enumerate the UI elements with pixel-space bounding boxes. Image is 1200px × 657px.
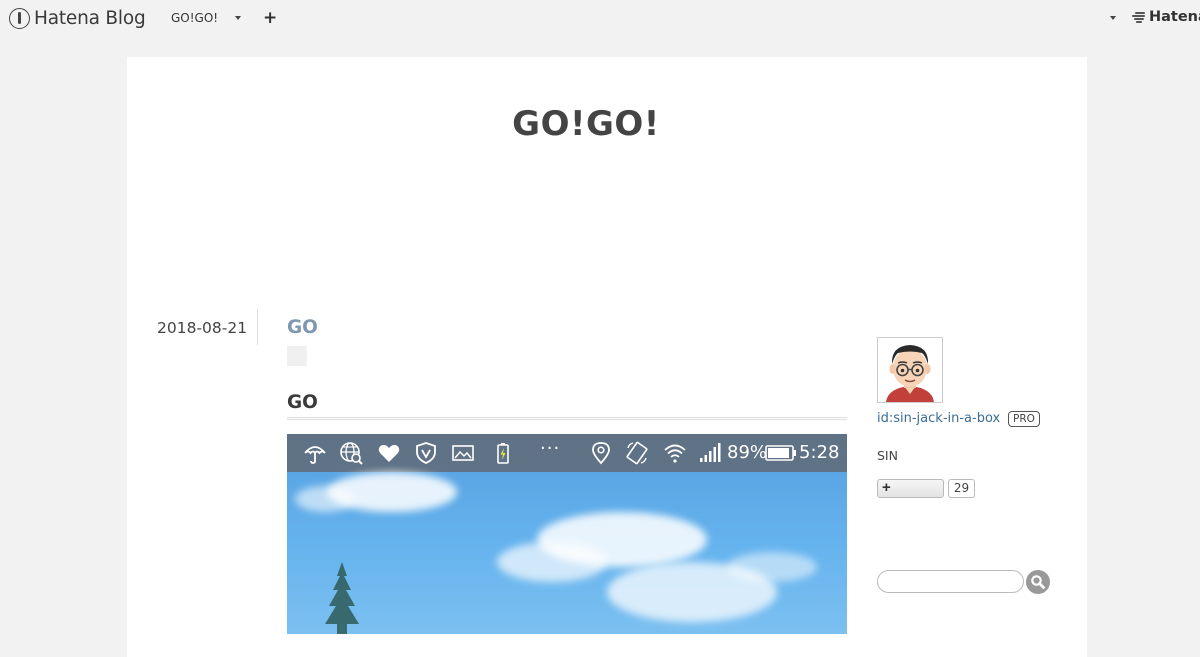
wifi-icon <box>664 444 686 463</box>
battery-charging-icon <box>497 443 509 464</box>
subscriber-count: 29 <box>948 479 975 498</box>
search-button[interactable] <box>1026 570 1050 594</box>
blog-container: GO!GO! 2018-08-21 GO GO ··· 89% 5:28 id:… <box>127 57 1087 657</box>
entry-section-heading: GO <box>287 392 847 420</box>
heart-icon <box>378 444 400 462</box>
blog-title[interactable]: GO!GO! <box>127 104 1045 144</box>
search-icon <box>1031 575 1045 589</box>
hatena-blog-logo[interactable]: Hatena Blog <box>9 6 146 30</box>
hatena-blog-logo-text: Hatena Blog <box>34 7 146 29</box>
umbrella-icon <box>304 446 326 464</box>
hatena-logo-icon <box>9 7 30 29</box>
header-blog-name[interactable]: GO!GO! <box>171 11 218 25</box>
entry-date[interactable]: 2018-08-21 <box>157 319 247 337</box>
entry-date-divider <box>257 309 258 345</box>
rotate-icon <box>626 441 648 465</box>
add-entry-button[interactable]: + <box>263 8 277 28</box>
hatena-stripes-icon <box>1132 11 1146 23</box>
sky-photo <box>287 472 847 634</box>
phone-status-bar: ··· 89% 5:28 <box>287 434 847 472</box>
pro-badge: PRO <box>1008 411 1040 427</box>
avatar[interactable] <box>877 337 943 403</box>
status-time: 5:28 <box>799 442 840 463</box>
plus-icon: + <box>882 479 891 496</box>
hatena-account-text: Hatena <box>1149 9 1200 25</box>
globe-search-icon <box>340 442 363 465</box>
hatena-account-logo[interactable]: Hatena <box>1132 9 1200 25</box>
tree-silhouette <box>325 562 359 634</box>
entry-image[interactable]: ··· 89% 5:28 <box>287 434 847 634</box>
signal-icon <box>700 443 721 462</box>
search-input[interactable] <box>877 570 1024 593</box>
location-pin-icon <box>592 442 610 465</box>
global-header: Hatena Blog GO!GO! + Hatena <box>0 0 1200 38</box>
profile-id-link[interactable]: id:sin-jack-in-a-box <box>877 411 1000 426</box>
caret-down-icon[interactable] <box>235 16 241 20</box>
subscribe-button[interactable]: + <box>877 479 944 498</box>
entry-title-link[interactable]: GO <box>287 317 318 338</box>
image-icon <box>452 445 474 461</box>
battery-percent: 89% <box>727 442 768 463</box>
shield-icon <box>416 442 436 464</box>
caret-down-icon[interactable] <box>1110 16 1116 20</box>
more-notifications-dots: ··· <box>540 438 561 459</box>
battery-icon <box>765 445 796 461</box>
profile-name: SIN <box>877 448 898 463</box>
entry-category-box <box>287 346 307 366</box>
